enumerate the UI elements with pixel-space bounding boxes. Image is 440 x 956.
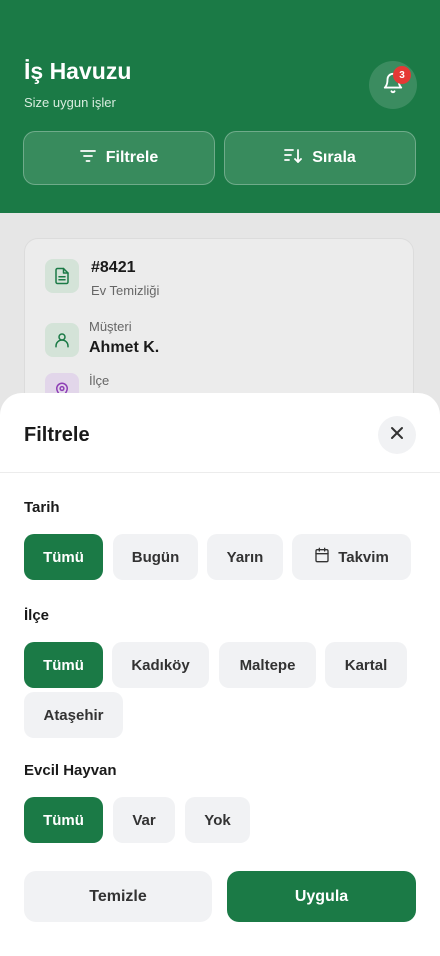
job-type: Ev Temizliği <box>91 283 160 298</box>
close-icon <box>390 426 404 445</box>
app-header: İş Havuzu Size uygun işler 3 Filtrele Sı… <box>0 0 440 213</box>
date-chip-all[interactable]: Tümü <box>24 534 103 580</box>
chip-label: Kadıköy <box>131 656 190 674</box>
chip-label: Var <box>132 811 156 829</box>
district-chip-maltepe[interactable]: Maltepe <box>219 642 316 688</box>
district-chip-atasehir[interactable]: Ataşehir <box>24 692 123 738</box>
chip-label: Tümü <box>43 656 84 674</box>
district-chip-all[interactable]: Tümü <box>24 642 103 688</box>
sheet-title: Filtrele <box>24 424 90 446</box>
filter-sheet: Filtrele Tarih Tümü Bugün Yarın Takvim İ… <box>0 393 440 956</box>
date-chip-today[interactable]: Bugün <box>113 534 198 580</box>
apply-button[interactable]: Uygula <box>227 871 416 922</box>
pet-section-title: Evcil Hayvan <box>24 762 117 779</box>
customer-label: Müşteri <box>89 319 132 334</box>
page-subtitle: Size uygun işler <box>24 95 116 110</box>
pet-chip-all[interactable]: Tümü <box>24 797 103 843</box>
pet-chip-yes[interactable]: Var <box>113 797 175 843</box>
notifications-button[interactable] <box>369 61 417 109</box>
customer-name: Ahmet K. <box>89 339 160 356</box>
filter-button-label: Filtrele <box>105 149 159 166</box>
district-section-title: İlçe <box>24 607 50 624</box>
district-chip-kadikoy[interactable]: Kadıköy <box>112 642 209 688</box>
filter-button[interactable]: Filtrele <box>23 131 215 185</box>
chip-label: Kartal <box>344 656 388 674</box>
chip-label: Yok <box>204 811 231 829</box>
close-button[interactable] <box>378 416 416 454</box>
user-icon <box>45 323 79 357</box>
date-section-title: Tarih <box>24 499 60 516</box>
clear-button[interactable]: Temizle <box>24 871 212 922</box>
chip-label: Bugün <box>131 548 180 566</box>
district-label: İlçe <box>89 373 110 388</box>
chip-label: Tümü <box>43 548 84 566</box>
date-chip-tomorrow[interactable]: Yarın <box>207 534 283 580</box>
pet-chip-no[interactable]: Yok <box>185 797 250 843</box>
chip-label: Ataşehir <box>43 706 104 724</box>
sort-button[interactable]: Sırala <box>224 131 416 185</box>
sort-button-label: Sırala <box>312 149 356 166</box>
sheet-divider <box>0 472 440 473</box>
document-icon <box>45 259 79 293</box>
calendar-icon <box>314 547 330 567</box>
page-title: İş Havuzu <box>24 58 132 84</box>
chip-label: Yarın <box>226 548 264 566</box>
notification-badge: 3 <box>393 66 411 84</box>
date-chip-calendar[interactable]: Takvim <box>292 534 411 580</box>
chip-label: Tümü <box>43 811 84 829</box>
district-chip-kartal[interactable]: Kartal <box>325 642 407 688</box>
sort-icon <box>284 148 303 169</box>
chip-label: Maltepe <box>239 656 296 674</box>
job-id: #8421 <box>91 259 136 276</box>
filter-icon <box>79 149 96 168</box>
chip-label: Takvim <box>338 548 389 566</box>
